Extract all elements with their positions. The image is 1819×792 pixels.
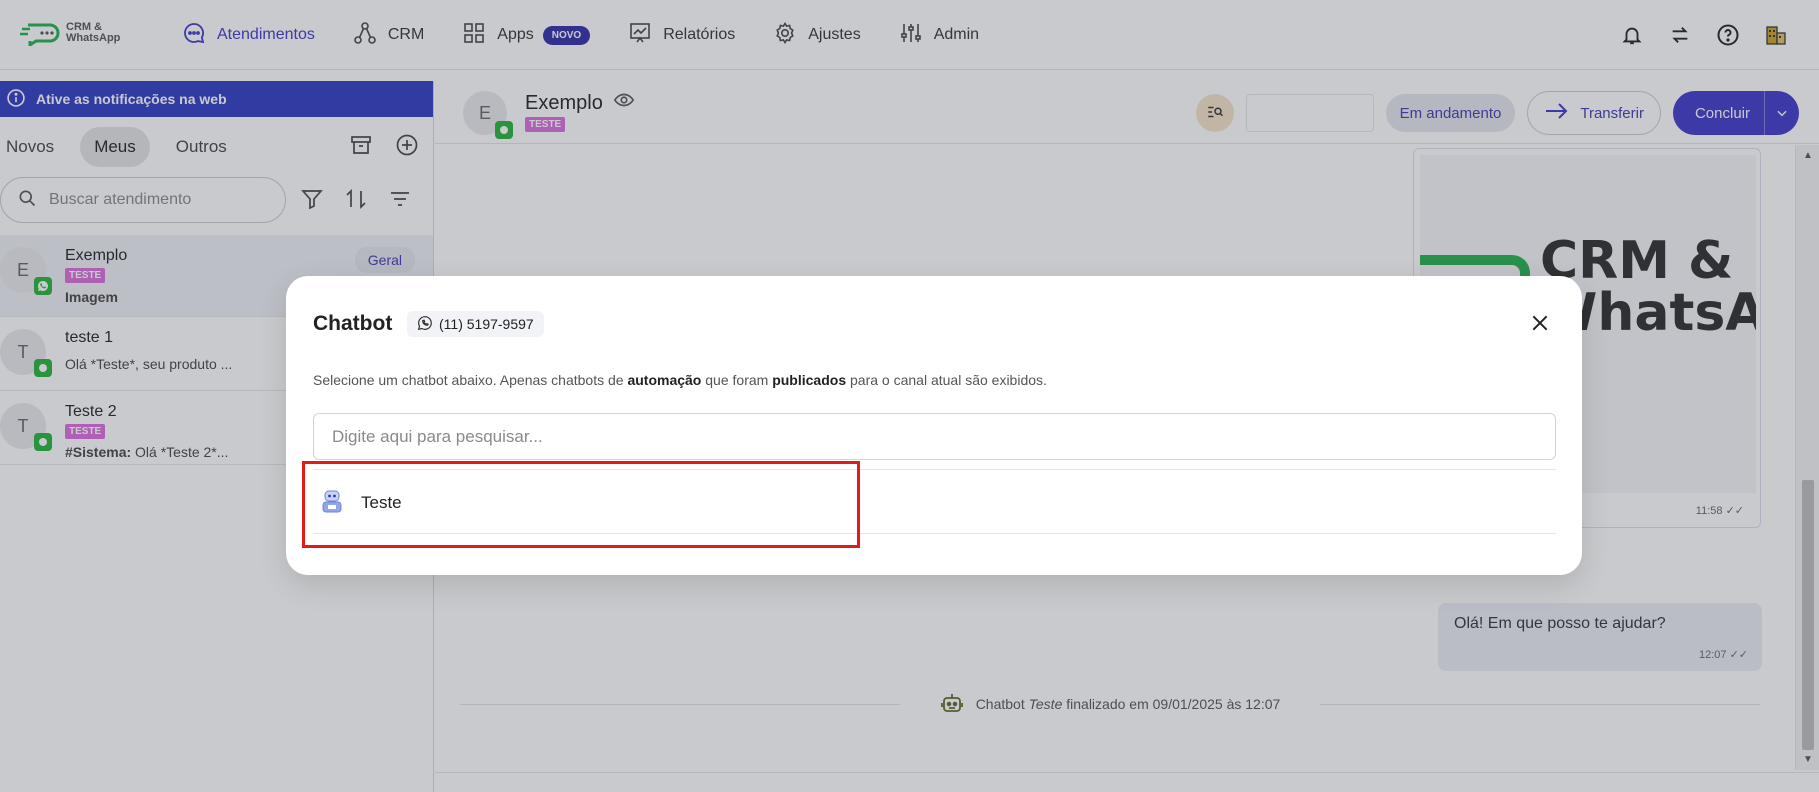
whatsapp-outline-icon bbox=[417, 315, 433, 334]
highlight-annotation bbox=[302, 461, 860, 548]
channel-phone: (11) 5197-9597 bbox=[439, 316, 534, 332]
desc-text-3: para o canal atual são exibidos. bbox=[846, 372, 1047, 388]
modal-title: Chatbot bbox=[313, 312, 393, 335]
desc-bold-2: publicados bbox=[772, 372, 847, 388]
desc-text-1: Selecione um chatbot abaixo. Apenas chat… bbox=[313, 372, 628, 388]
chatbot-search-input[interactable] bbox=[313, 413, 1556, 460]
modal-description: Selecione um chatbot abaixo. Apenas chat… bbox=[313, 372, 1047, 388]
channel-phone-chip: (11) 5197-9597 bbox=[407, 311, 544, 337]
close-button[interactable] bbox=[1526, 310, 1554, 338]
desc-bold-1: automação bbox=[627, 372, 702, 388]
close-icon bbox=[1530, 313, 1550, 336]
desc-text-2: que foram bbox=[701, 372, 773, 388]
